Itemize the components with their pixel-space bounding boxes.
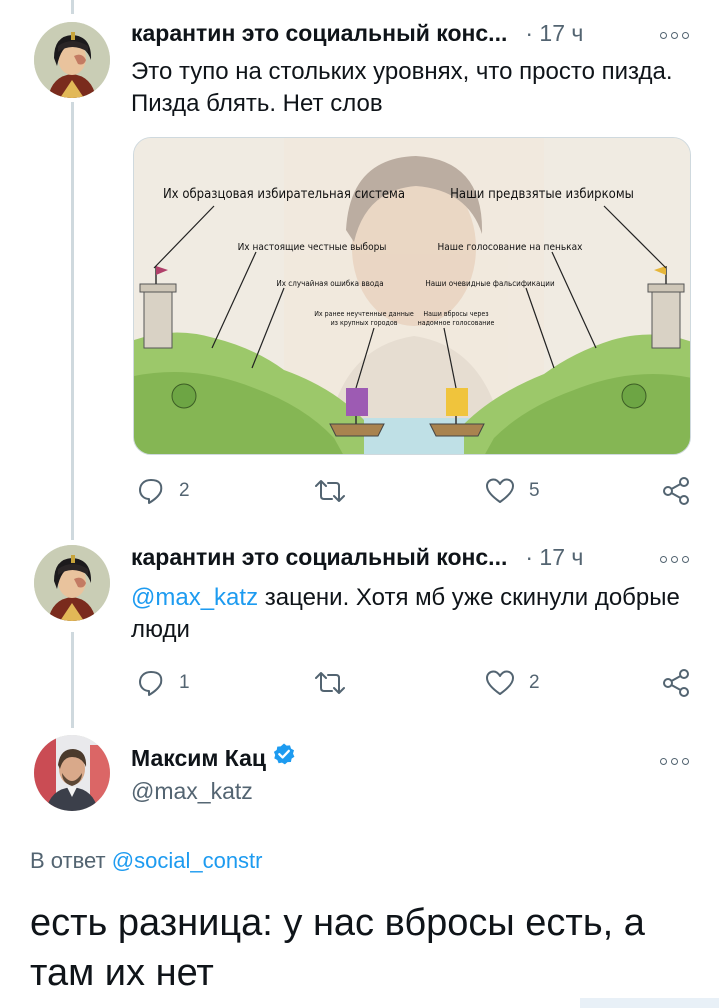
tweet-header: Максим Кац bbox=[131, 742, 296, 772]
meme-label: Наши вбросы через bbox=[423, 310, 488, 318]
tweet-header: карантин это социальный конс... · 17 ч bbox=[131, 544, 583, 574]
retweet-icon bbox=[315, 480, 345, 502]
share-icon bbox=[663, 477, 689, 505]
retweet-button[interactable] bbox=[315, 474, 345, 508]
bottom-overlay bbox=[580, 998, 719, 1008]
reply-context: В ответ @social_constr bbox=[30, 848, 263, 874]
reply-button[interactable]: 1 bbox=[137, 666, 190, 700]
share-icon bbox=[663, 669, 689, 697]
tweet-actions: 2 5 bbox=[131, 474, 701, 508]
share-button[interactable] bbox=[661, 666, 691, 700]
reply-icon bbox=[139, 671, 163, 696]
heart-icon bbox=[486, 478, 514, 503]
more-options-icon[interactable] bbox=[656, 28, 692, 42]
tweet-text: Это тупо на стольких уровнях, что просто… bbox=[131, 58, 673, 117]
tweet-image[interactable]: Их образцовая избирательная система Их н… bbox=[133, 137, 691, 455]
reply-to-link[interactable]: @social_constr bbox=[112, 848, 263, 873]
meme-label: Их образцовая избирательная система bbox=[163, 187, 405, 202]
tweet-text: @max_katz зацени. Хотя мб уже скинули до… bbox=[131, 582, 691, 646]
tweet[interactable]: карантин это социальный конс... · 17 ч Э… bbox=[0, 0, 719, 520]
meme-label: Наши очевидные фальсификации bbox=[425, 279, 555, 288]
more-options-icon[interactable] bbox=[656, 552, 692, 566]
retweet-button[interactable] bbox=[315, 666, 345, 700]
heart-icon bbox=[486, 670, 514, 695]
meme-label: Их настоящие честные выборы bbox=[238, 241, 387, 253]
meme-label: из крупных городов bbox=[331, 319, 398, 327]
author-name[interactable]: Максим Кац bbox=[131, 745, 266, 772]
author-name[interactable]: карантин это социальный конс... bbox=[131, 20, 507, 47]
author-handle[interactable]: @max_katz bbox=[131, 778, 253, 805]
mention-link[interactable]: @max_katz bbox=[131, 584, 258, 611]
meme-label: Их ранее неучтенные данные bbox=[314, 310, 414, 318]
reply-count: 2 bbox=[179, 480, 190, 501]
author-name[interactable]: карантин это социальный конс... bbox=[131, 544, 507, 571]
reply-prefix: В ответ bbox=[30, 848, 106, 873]
timestamp[interactable]: · 17 ч bbox=[525, 20, 583, 47]
reply-count: 1 bbox=[179, 672, 190, 693]
thread-line bbox=[71, 632, 74, 728]
verified-badge-icon bbox=[273, 743, 295, 765]
share-button[interactable] bbox=[661, 474, 691, 508]
like-button[interactable]: 5 bbox=[485, 474, 540, 508]
reply-icon bbox=[139, 479, 163, 504]
more-options-icon[interactable] bbox=[656, 754, 692, 768]
tweet-actions: 1 2 bbox=[131, 666, 701, 700]
avatar[interactable] bbox=[34, 735, 110, 811]
retweet-icon bbox=[315, 672, 345, 694]
reply-button[interactable]: 2 bbox=[137, 474, 190, 508]
avatar[interactable] bbox=[34, 545, 110, 621]
meme-label: надомное голосование bbox=[418, 319, 495, 327]
like-count: 2 bbox=[529, 672, 540, 693]
meme-label: Наши предвзятые избиркомы bbox=[450, 187, 634, 202]
like-button[interactable]: 2 bbox=[485, 666, 540, 700]
like-count: 5 bbox=[529, 480, 540, 501]
avatar[interactable] bbox=[34, 22, 110, 98]
meme-label: Наше голосование на пеньках bbox=[438, 242, 584, 253]
tweet-header: карантин это социальный конс... · 17 ч bbox=[131, 20, 583, 50]
timestamp[interactable]: · 17 ч bbox=[525, 544, 583, 571]
meme-label: Их случайная ошибка ввода bbox=[276, 278, 383, 288]
tweet-text: есть разница: у нас вбросы есть, а там и… bbox=[30, 902, 645, 994]
